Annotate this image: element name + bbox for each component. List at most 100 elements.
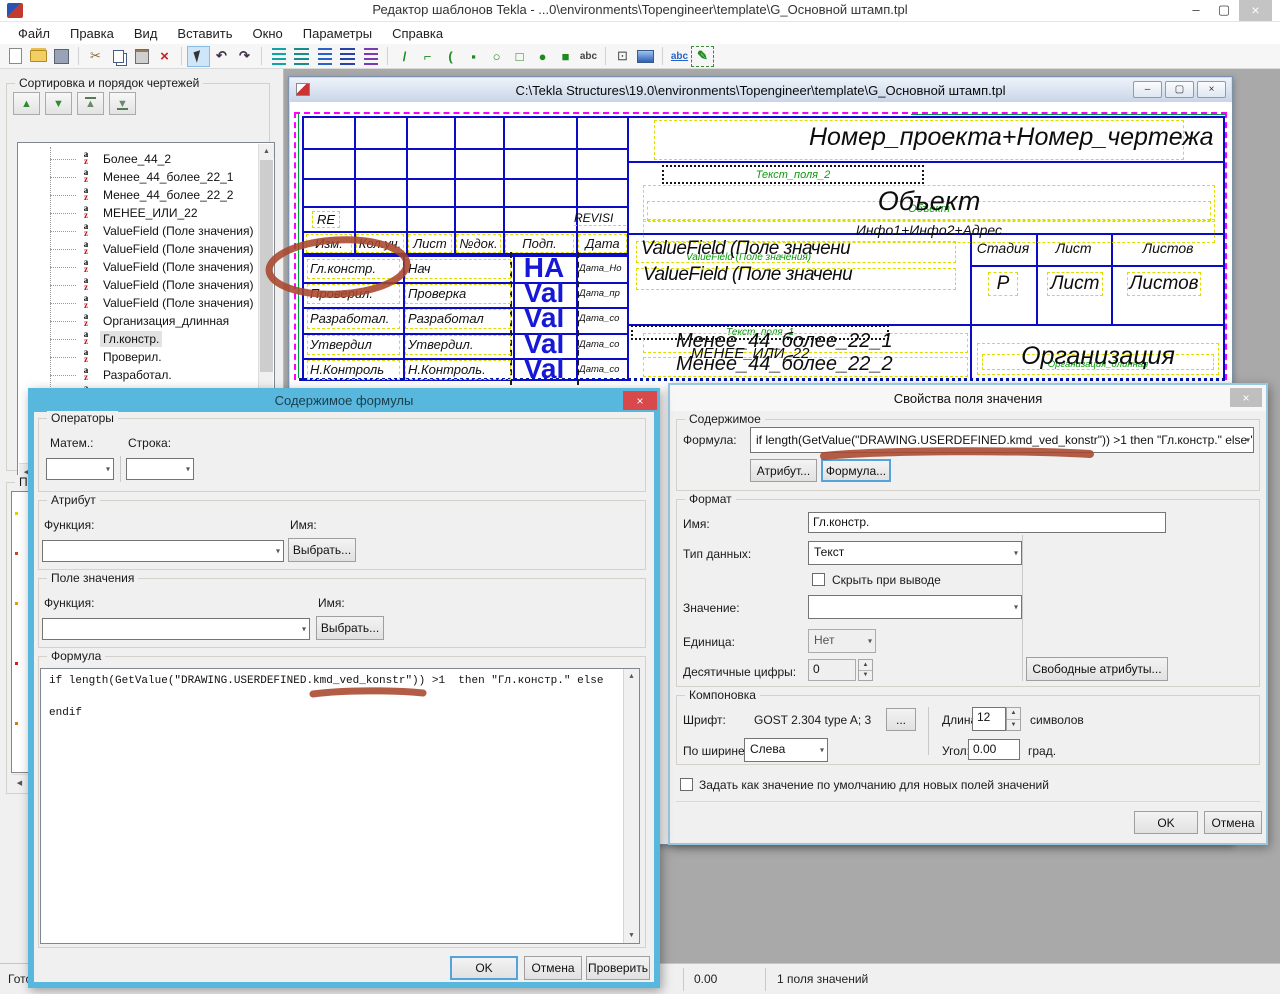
paste-icon[interactable]: [130, 46, 153, 67]
revision-table[interactable]: RE REVISI Изм. Кол.уч. Лист №док. Подп. …: [302, 116, 629, 255]
menu-insert[interactable]: Вставить: [167, 24, 242, 43]
stage-header[interactable]: Стадия: [970, 240, 1036, 256]
chevron-down-icon[interactable]: ▾: [276, 547, 280, 556]
save-icon[interactable]: [50, 46, 73, 67]
tree-item[interactable]: azРазработал.: [20, 366, 258, 384]
rev-header-cell[interactable]: Лист: [408, 234, 452, 253]
attr-select-button[interactable]: Выбрать...: [288, 538, 356, 562]
menu-view[interactable]: Вид: [124, 24, 168, 43]
rev-header-cell[interactable]: №док.: [456, 234, 501, 253]
menu-options[interactable]: Параметры: [293, 24, 382, 43]
doc-number-field[interactable]: Номер_проекта+Номер_чертежа: [809, 123, 1181, 152]
maximize-button-icon[interactable]: ▢: [1211, 0, 1237, 21]
signature-table[interactable]: Гл.констр.Нач HAДата_Но Проверил.Проверк…: [302, 255, 629, 381]
scroll-left-icon[interactable]: ◀: [12, 775, 27, 790]
formula-ok-button[interactable]: OK: [450, 956, 518, 980]
sheets-value-field[interactable]: Листов: [1127, 272, 1201, 296]
sheets-header[interactable]: Листов: [1111, 240, 1225, 256]
child-minimize-icon[interactable]: –: [1133, 81, 1162, 98]
menu-edit[interactable]: Правка: [60, 24, 124, 43]
stage-value-field[interactable]: Р: [988, 272, 1018, 296]
formula-textarea[interactable]: if length(GetValue("DRAWING.USERDEFINED.…: [40, 668, 640, 944]
props-close-icon[interactable]: ×: [1230, 388, 1262, 407]
undo-icon[interactable]: ↶: [210, 46, 233, 67]
organization-field[interactable]: Организация: [972, 342, 1224, 371]
menu-help[interactable]: Справка: [382, 24, 453, 43]
chevron-down-icon[interactable]: ▾: [186, 465, 190, 474]
props-cancel-button[interactable]: Отмена: [1204, 811, 1262, 834]
sheet-header[interactable]: Лист: [1036, 240, 1111, 256]
tree-item[interactable]: azValueField (Поле значения): [20, 294, 258, 312]
valuefield-field-1[interactable]: ValueField (Поле значени: [641, 238, 850, 260]
formula-combobox[interactable]: if length(GetValue("DRAWING.USERDEFINED.…: [750, 427, 1254, 453]
rev-header-cell[interactable]: Кол.уч.: [356, 234, 404, 253]
vf-function-combobox[interactable]: ▾: [42, 618, 310, 640]
chevron-down-icon[interactable]: ▾: [106, 465, 110, 474]
attribute-button[interactable]: Атрибут...: [750, 459, 817, 482]
filled-circle-tool-icon[interactable]: ●: [531, 46, 554, 67]
scroll-down-icon[interactable]: ▼: [624, 928, 639, 943]
tree-item[interactable]: azValueField (Поле значения): [20, 222, 258, 240]
formula-cancel-button[interactable]: Отмена: [524, 956, 582, 980]
delete-icon[interactable]: ×: [153, 46, 176, 67]
circle-tool-icon[interactable]: ○: [485, 46, 508, 67]
free-attributes-button[interactable]: Свободные атрибуты...: [1026, 657, 1168, 681]
tree-item[interactable]: azОрганизация_длинная: [20, 312, 258, 330]
valuefield-field-2[interactable]: ValueField (Поле значени: [643, 264, 852, 286]
math-operator-combobox[interactable]: ▾: [46, 458, 114, 480]
set-default-checkbox[interactable]: [680, 778, 693, 791]
tree-item[interactable]: azПроверил.: [20, 348, 258, 366]
justify-combobox[interactable]: Слева ▾: [744, 738, 828, 762]
line-tool-icon[interactable]: /: [393, 46, 416, 67]
new-file-icon[interactable]: [4, 46, 27, 67]
rev-header-cell[interactable]: Подп.: [505, 234, 574, 253]
spin-down-icon[interactable]: ▼: [1007, 720, 1020, 731]
open-folder-icon[interactable]: [27, 46, 50, 67]
hide-on-output-checkbox[interactable]: [812, 573, 825, 586]
symbol-tool-icon[interactable]: ⊡: [611, 46, 634, 67]
chevron-down-icon[interactable]: ▾: [820, 746, 824, 755]
menu-file[interactable]: Файл: [8, 24, 60, 43]
spin-up-icon[interactable]: ▲: [1007, 708, 1020, 720]
length-field[interactable]: 12: [972, 707, 1006, 731]
polygon-tool-icon[interactable]: ▪: [462, 46, 485, 67]
re-field[interactable]: RE: [312, 211, 340, 228]
select-arrow-icon[interactable]: [187, 46, 210, 67]
value-field-rows-icon-2[interactable]: [290, 46, 313, 67]
arc-tool-icon[interactable]: (: [439, 46, 462, 67]
value-field-rows-icon-4[interactable]: [336, 46, 359, 67]
signature-row[interactable]: УтвердилУтвердил. ValДата_со: [304, 333, 627, 358]
scroll-up-icon[interactable]: ▲: [624, 669, 639, 684]
scroll-thumb[interactable]: [260, 160, 273, 372]
cut-icon[interactable]: ✂: [84, 46, 107, 67]
string-operator-combobox[interactable]: ▾: [126, 458, 194, 480]
polyline-tool-icon[interactable]: ⌐: [416, 46, 439, 67]
value-field-rows-icon-3[interactable]: [313, 46, 336, 67]
props-dialog-titlebar[interactable]: Свойства поля значения: [670, 385, 1266, 411]
formula-button[interactable]: Формула...: [821, 459, 891, 482]
redo-icon[interactable]: ↷: [233, 46, 256, 67]
move-bottom-icon[interactable]: ▼: [109, 92, 136, 115]
chevron-down-icon[interactable]: ▾: [1246, 431, 1250, 450]
size-field-2[interactable]: Менее_44_более_22_2: [676, 353, 893, 376]
tree-item[interactable]: azМенее_44_более_22_2: [20, 186, 258, 204]
signature-row[interactable]: Гл.констр.Нач HAДата_Но: [304, 257, 627, 282]
move-down-icon[interactable]: ▼: [45, 92, 72, 115]
tree-item[interactable]: azМЕНЕЕ_ИЛИ_22: [20, 204, 258, 222]
move-top-icon[interactable]: ▲: [77, 92, 104, 115]
value-combobox[interactable]: ▾: [808, 595, 1022, 619]
move-up-icon[interactable]: ▲: [13, 92, 40, 115]
chevron-down-icon[interactable]: ▾: [302, 625, 306, 634]
tree-item[interactable]: azValueField (Поле значения): [20, 276, 258, 294]
text-tool-icon[interactable]: abc: [577, 46, 600, 67]
address-field[interactable]: Инфо1+Инфо2+Адрес: [643, 222, 1215, 238]
close-button-icon[interactable]: ×: [1239, 0, 1272, 21]
chevron-down-icon[interactable]: ▾: [1014, 603, 1018, 612]
name-field[interactable]: Гл.констр.: [808, 512, 1166, 533]
props-ok-button[interactable]: OK: [1134, 811, 1198, 834]
tree-item[interactable]: azValueField (Поле значения): [20, 240, 258, 258]
tree-item[interactable]: azValueField (Поле значения): [20, 258, 258, 276]
minimize-button-icon[interactable]: –: [1183, 0, 1209, 21]
tree-item-selected[interactable]: azГл.констр.: [20, 330, 258, 348]
tree-item[interactable]: azМенее_44_более_22_1: [20, 168, 258, 186]
